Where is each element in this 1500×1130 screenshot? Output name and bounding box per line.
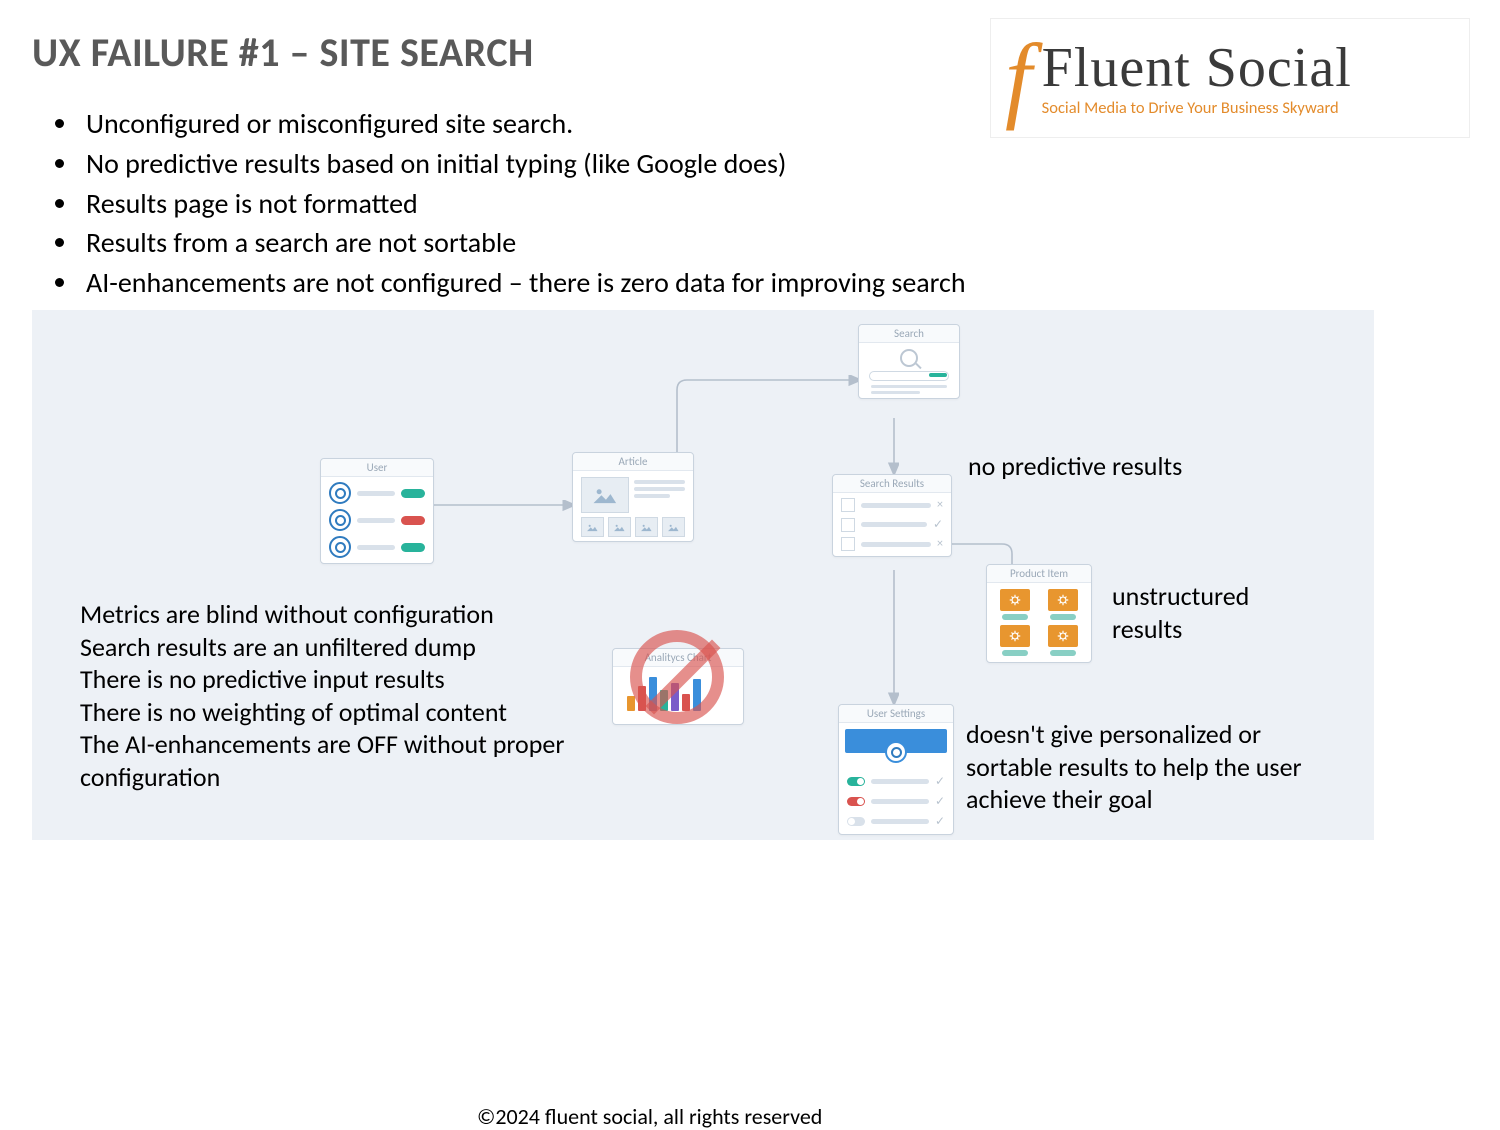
check-icon: ✓ [935,794,945,809]
flow-diagram: User Article Search [32,310,1374,840]
toggle-icon [847,777,865,786]
bullet-item: Results page is not formatted [80,186,1007,222]
logo-tagline: Social Media to Drive Your Business Skyw… [1042,100,1352,117]
avatar-icon [329,509,351,531]
avatar-icon [885,741,907,763]
image-placeholder-icon [635,517,658,537]
image-placeholder-icon [662,517,685,537]
wireframe-search-results: Search Results × ✓ × [832,474,952,557]
wireframe-product-item: Product Item [986,564,1092,663]
close-icon: × [937,537,943,551]
prohibition-icon [630,630,724,724]
product-icon [1048,589,1078,611]
prohibited-analytics-icon: Analitycs Chart [612,630,742,740]
wireframe-user-settings: User Settings ✓ ✓ ✓ [838,704,954,835]
image-placeholder-icon [581,517,604,537]
annotation-unstructured: unstructured results [1112,580,1249,645]
wireframe-label: Article [573,453,693,471]
bullet-item: Results from a search are not sortable [80,225,1007,261]
avatar-icon [329,482,351,504]
product-icon [1048,625,1078,647]
check-icon: ✓ [935,814,945,829]
bullet-item: Unconfigured or misconfigured site searc… [80,106,1007,142]
wireframe-label: User [321,459,433,477]
toggle-icon [847,797,865,806]
logo-title: Fluent Social [1042,40,1352,96]
wireframe-search: Search [858,324,960,399]
logo-glyph-icon: f [1005,49,1032,107]
avatar-icon [329,536,351,558]
product-icon [1000,589,1030,611]
wireframe-label: User Settings [839,705,953,723]
wireframe-label: Search [859,325,959,343]
wireframe-label: Search Results [833,475,951,493]
image-placeholder-icon [608,517,631,537]
diagram-left-text: Metrics are blind without configuration … [80,598,600,793]
slide-title: UX FAILURE #1 – SITE SEARCH [32,28,534,77]
copyright-text: ©2024 fluent social, all rights reserved [477,1103,822,1130]
image-placeholder-icon [581,477,629,513]
wireframe-user: User [320,458,434,564]
product-icon [1000,625,1030,647]
search-icon [900,349,918,367]
check-icon: ✓ [933,517,943,532]
brand-logo: f Fluent Social Social Media to Drive Yo… [990,18,1470,138]
annotation-no-predictive: no predictive results [968,450,1182,483]
bullet-item: AI-enhancements are not configured – the… [80,265,1007,301]
toggle-icon [847,817,865,826]
close-icon: × [937,498,943,512]
wireframe-article: Article [572,452,694,542]
annotation-personalized: doesn't give personalized or sortable re… [966,718,1336,816]
check-icon: ✓ [935,774,945,789]
bullet-item: No predictive results based on initial t… [80,146,1007,182]
wireframe-label: Product Item [987,565,1091,583]
